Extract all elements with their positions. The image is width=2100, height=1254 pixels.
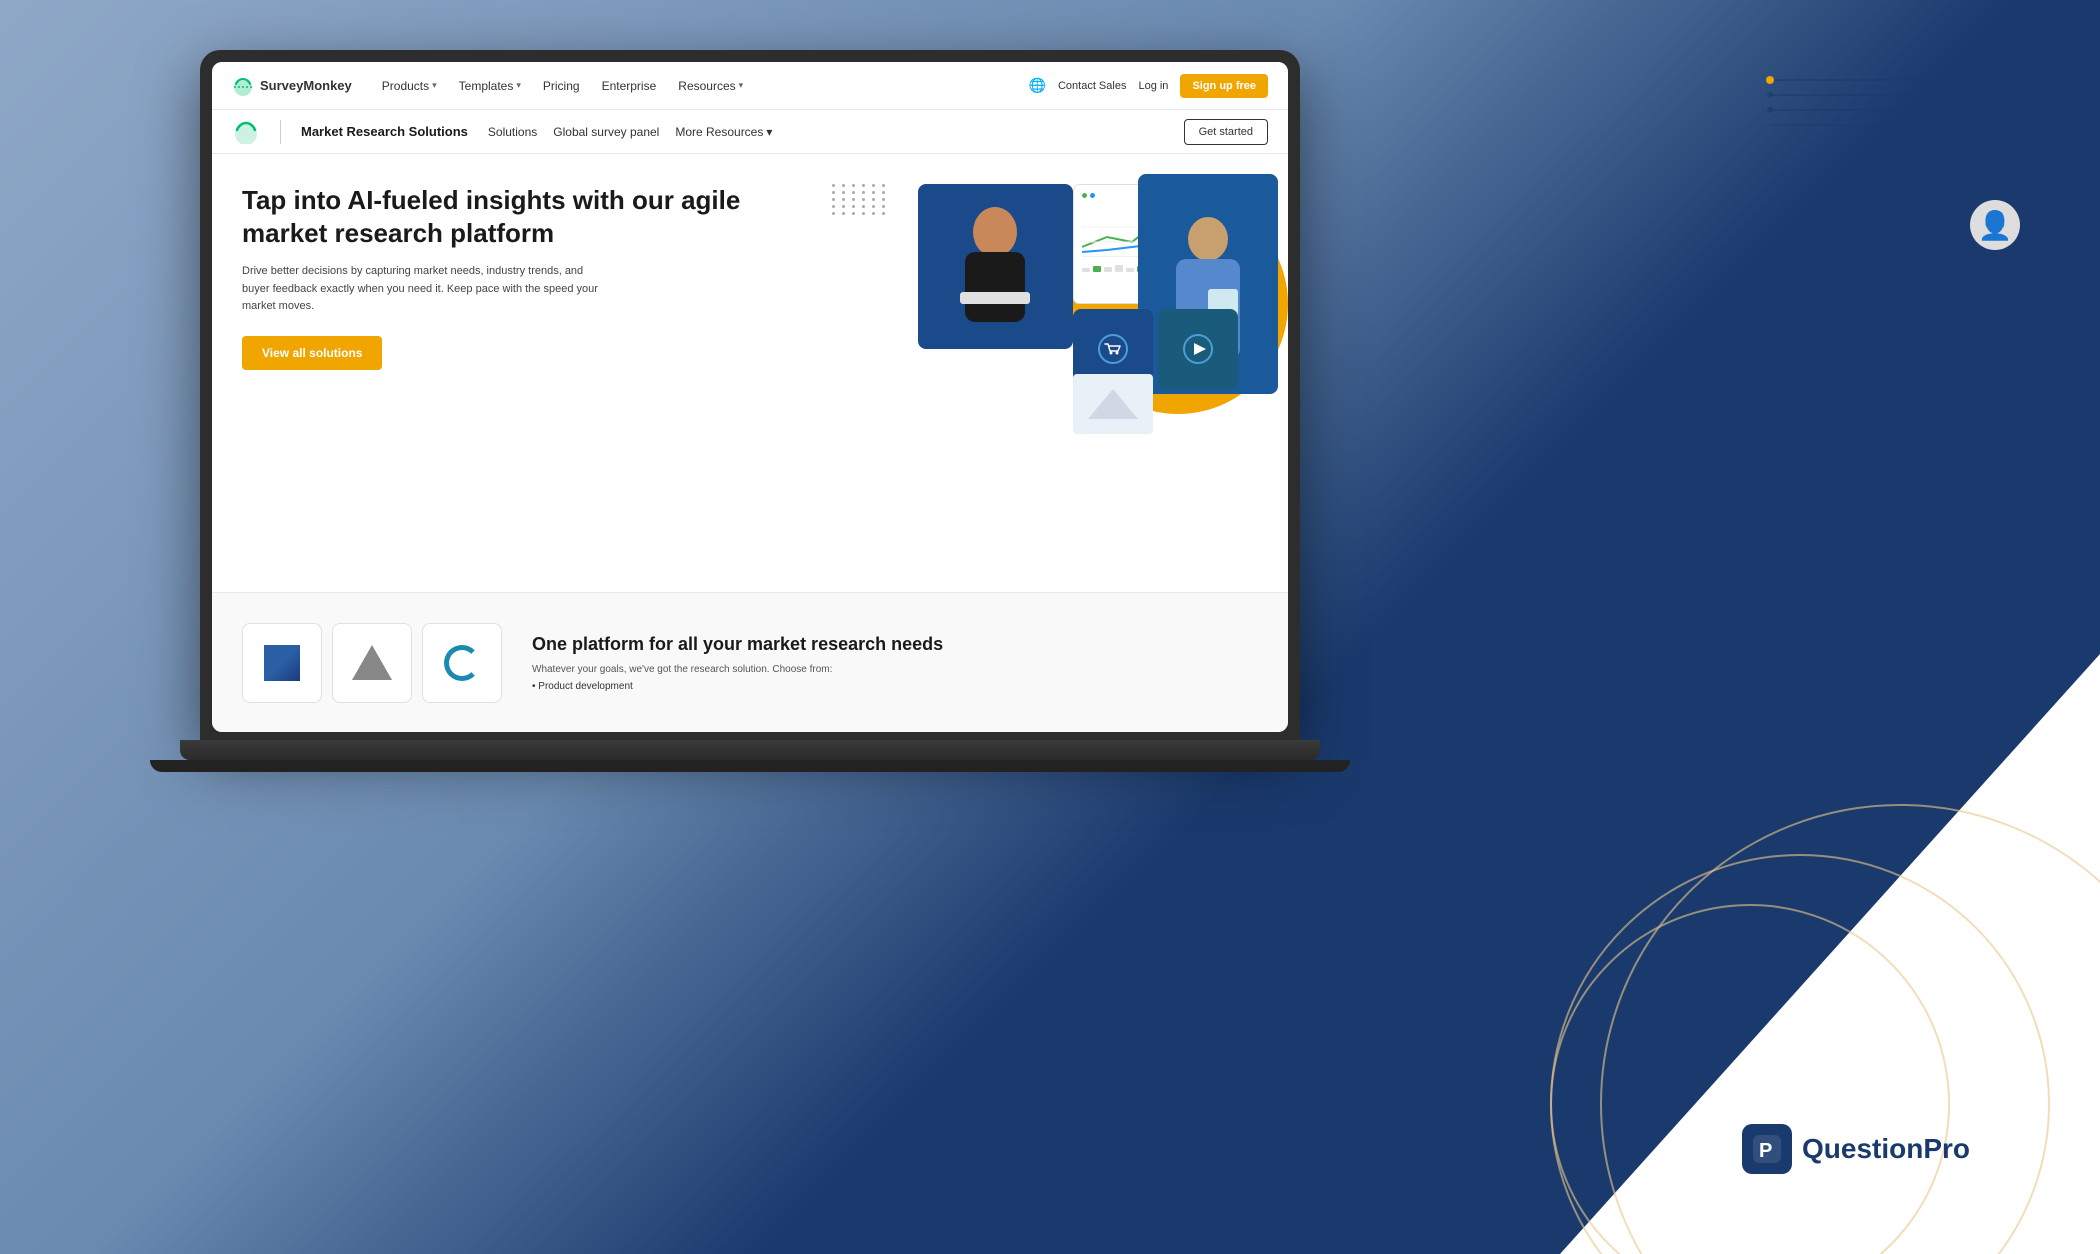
logo[interactable]: SurveyMonkey <box>232 76 352 96</box>
svg-text:P: P <box>1759 1140 1772 1162</box>
dots-pattern <box>1083 384 1143 424</box>
legend-green <box>1082 193 1087 198</box>
dot-grid-deco <box>832 184 888 215</box>
icon-box-3 <box>422 623 502 703</box>
top-navbar: SurveyMonkey Products ▾ Templates ▾ Pric… <box>212 62 1288 110</box>
bottom-text: One platform for all your market researc… <box>532 633 1258 692</box>
get-started-button[interactable]: Get started <box>1184 119 1268 145</box>
hero-section: Tap into AI-fueled insights with our agi… <box>212 154 1288 592</box>
play-icon <box>1180 331 1216 367</box>
legend-blue <box>1090 193 1095 198</box>
sub-nav-more[interactable]: More Resources ▾ <box>675 125 772 139</box>
icon-box-2 <box>332 623 412 703</box>
sub-logo-icon <box>232 120 260 144</box>
sub-nav-links: Solutions Global survey panel More Resou… <box>488 125 1164 139</box>
collage-video <box>1158 309 1238 389</box>
nav-links: Products ▾ Templates ▾ Pricing Enterpris… <box>372 75 1029 97</box>
nav-templates[interactable]: Templates ▾ <box>449 75 531 97</box>
avatar-deco: 👤 <box>1970 200 2020 250</box>
triangle-icon <box>352 645 392 680</box>
logo-text: SurveyMonkey <box>260 78 352 93</box>
hero-collage <box>918 174 1278 434</box>
screen-content: SurveyMonkey Products ▾ Templates ▾ Pric… <box>212 62 1288 732</box>
contact-sales-link[interactable]: Contact Sales <box>1058 80 1126 92</box>
templates-chevron: ▾ <box>516 80 521 91</box>
laptop-screen: SurveyMonkey Products ▾ Templates ▾ Pric… <box>212 62 1288 732</box>
surveymonkey-icon <box>232 76 254 96</box>
bottom-icons <box>242 623 502 703</box>
nav-enterprise[interactable]: Enterprise <box>592 75 667 97</box>
avatar-icon: 👤 <box>1978 209 2013 242</box>
square-icon <box>264 645 300 681</box>
nav-right: 🌐 Contact Sales Log in Sign up free <box>1029 74 1268 98</box>
sub-logo <box>232 120 260 144</box>
sub-nav-solutions[interactable]: Solutions <box>488 125 537 139</box>
resources-chevron: ▾ <box>739 80 744 91</box>
sub-navbar: Market Research Solutions Solutions Glob… <box>212 110 1288 154</box>
questionpro-logo: P QuestionPro <box>1742 1124 1970 1174</box>
sub-nav-panel[interactable]: Global survey panel <box>553 125 659 139</box>
bottom-title: One platform for all your market researc… <box>532 633 1258 656</box>
signup-button[interactable]: Sign up free <box>1180 74 1268 98</box>
circle-icon <box>444 645 480 681</box>
bottom-section: One platform for all your market researc… <box>212 592 1288 732</box>
bottom-list: Product development <box>532 681 1258 692</box>
laptop-body: SurveyMonkey Products ▾ Templates ▾ Pric… <box>200 50 1300 740</box>
globe-icon[interactable]: 🌐 <box>1029 77 1046 94</box>
laptop-bottom <box>150 760 1350 772</box>
collage-person1 <box>918 184 1073 349</box>
laptop-base <box>180 740 1320 760</box>
hero-right <box>804 154 1288 592</box>
avatar: 👤 <box>1970 200 2020 250</box>
qp-icon: P <box>1742 1124 1792 1174</box>
view-solutions-button[interactable]: View all solutions <box>242 336 382 370</box>
hero-left: Tap into AI-fueled insights with our agi… <box>212 154 804 592</box>
laptop: SurveyMonkey Products ▾ Templates ▾ Pric… <box>200 50 1300 800</box>
login-link[interactable]: Log in <box>1138 80 1168 92</box>
hero-title: Tap into AI-fueled insights with our agi… <box>242 184 774 249</box>
sub-divider <box>280 120 281 144</box>
dots-area <box>1073 374 1153 434</box>
icon-box-1 <box>242 623 322 703</box>
qp-text: QuestionPro <box>1802 1133 1970 1165</box>
bottom-subtitle: Whatever your goals, we've got the resea… <box>532 664 1258 675</box>
hero-description: Drive better decisions by capturing mark… <box>242 263 602 316</box>
sub-title: Market Research Solutions <box>301 124 468 139</box>
bg-curves <box>1300 554 2100 1254</box>
products-chevron: ▾ <box>432 80 437 91</box>
nav-products[interactable]: Products ▾ <box>372 75 447 97</box>
list-item-1: Product development <box>532 681 1258 692</box>
cart-icon <box>1095 331 1131 367</box>
qp-icon-svg: P <box>1751 1133 1783 1165</box>
more-chevron: ▾ <box>766 125 772 139</box>
nav-pricing[interactable]: Pricing <box>533 75 590 97</box>
nav-resources[interactable]: Resources ▾ <box>668 75 753 97</box>
person1-svg <box>945 197 1045 337</box>
